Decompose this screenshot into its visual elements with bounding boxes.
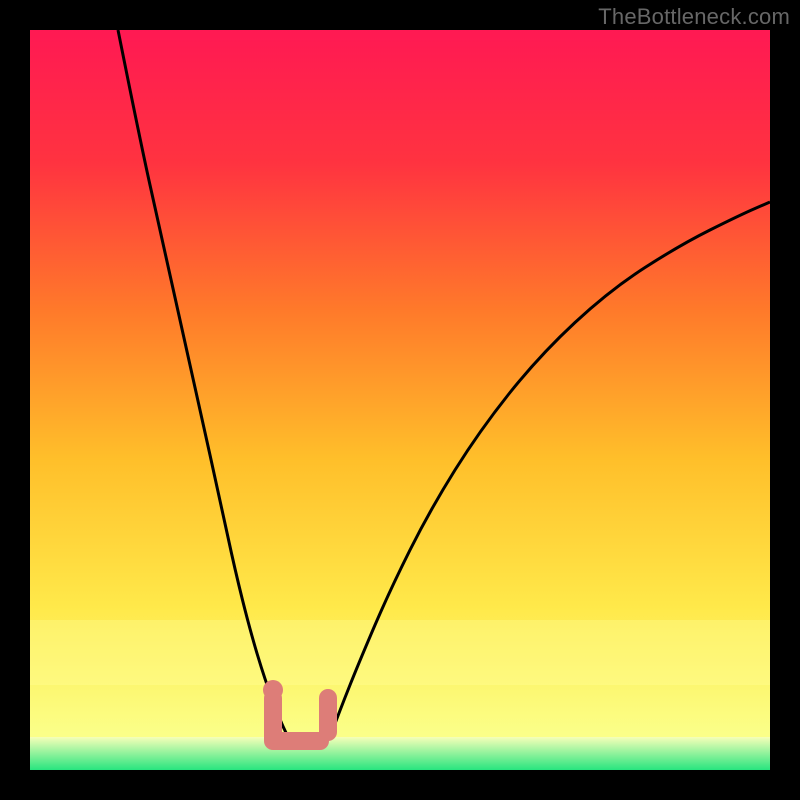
left-marker [263, 680, 283, 735]
bottleneck-curve-plot [30, 30, 770, 770]
plot-frame [30, 30, 770, 770]
watermark-text: TheBottleneck.com [598, 4, 790, 30]
yellow-highlight-band [30, 620, 770, 685]
green-bottom-band [30, 737, 770, 770]
